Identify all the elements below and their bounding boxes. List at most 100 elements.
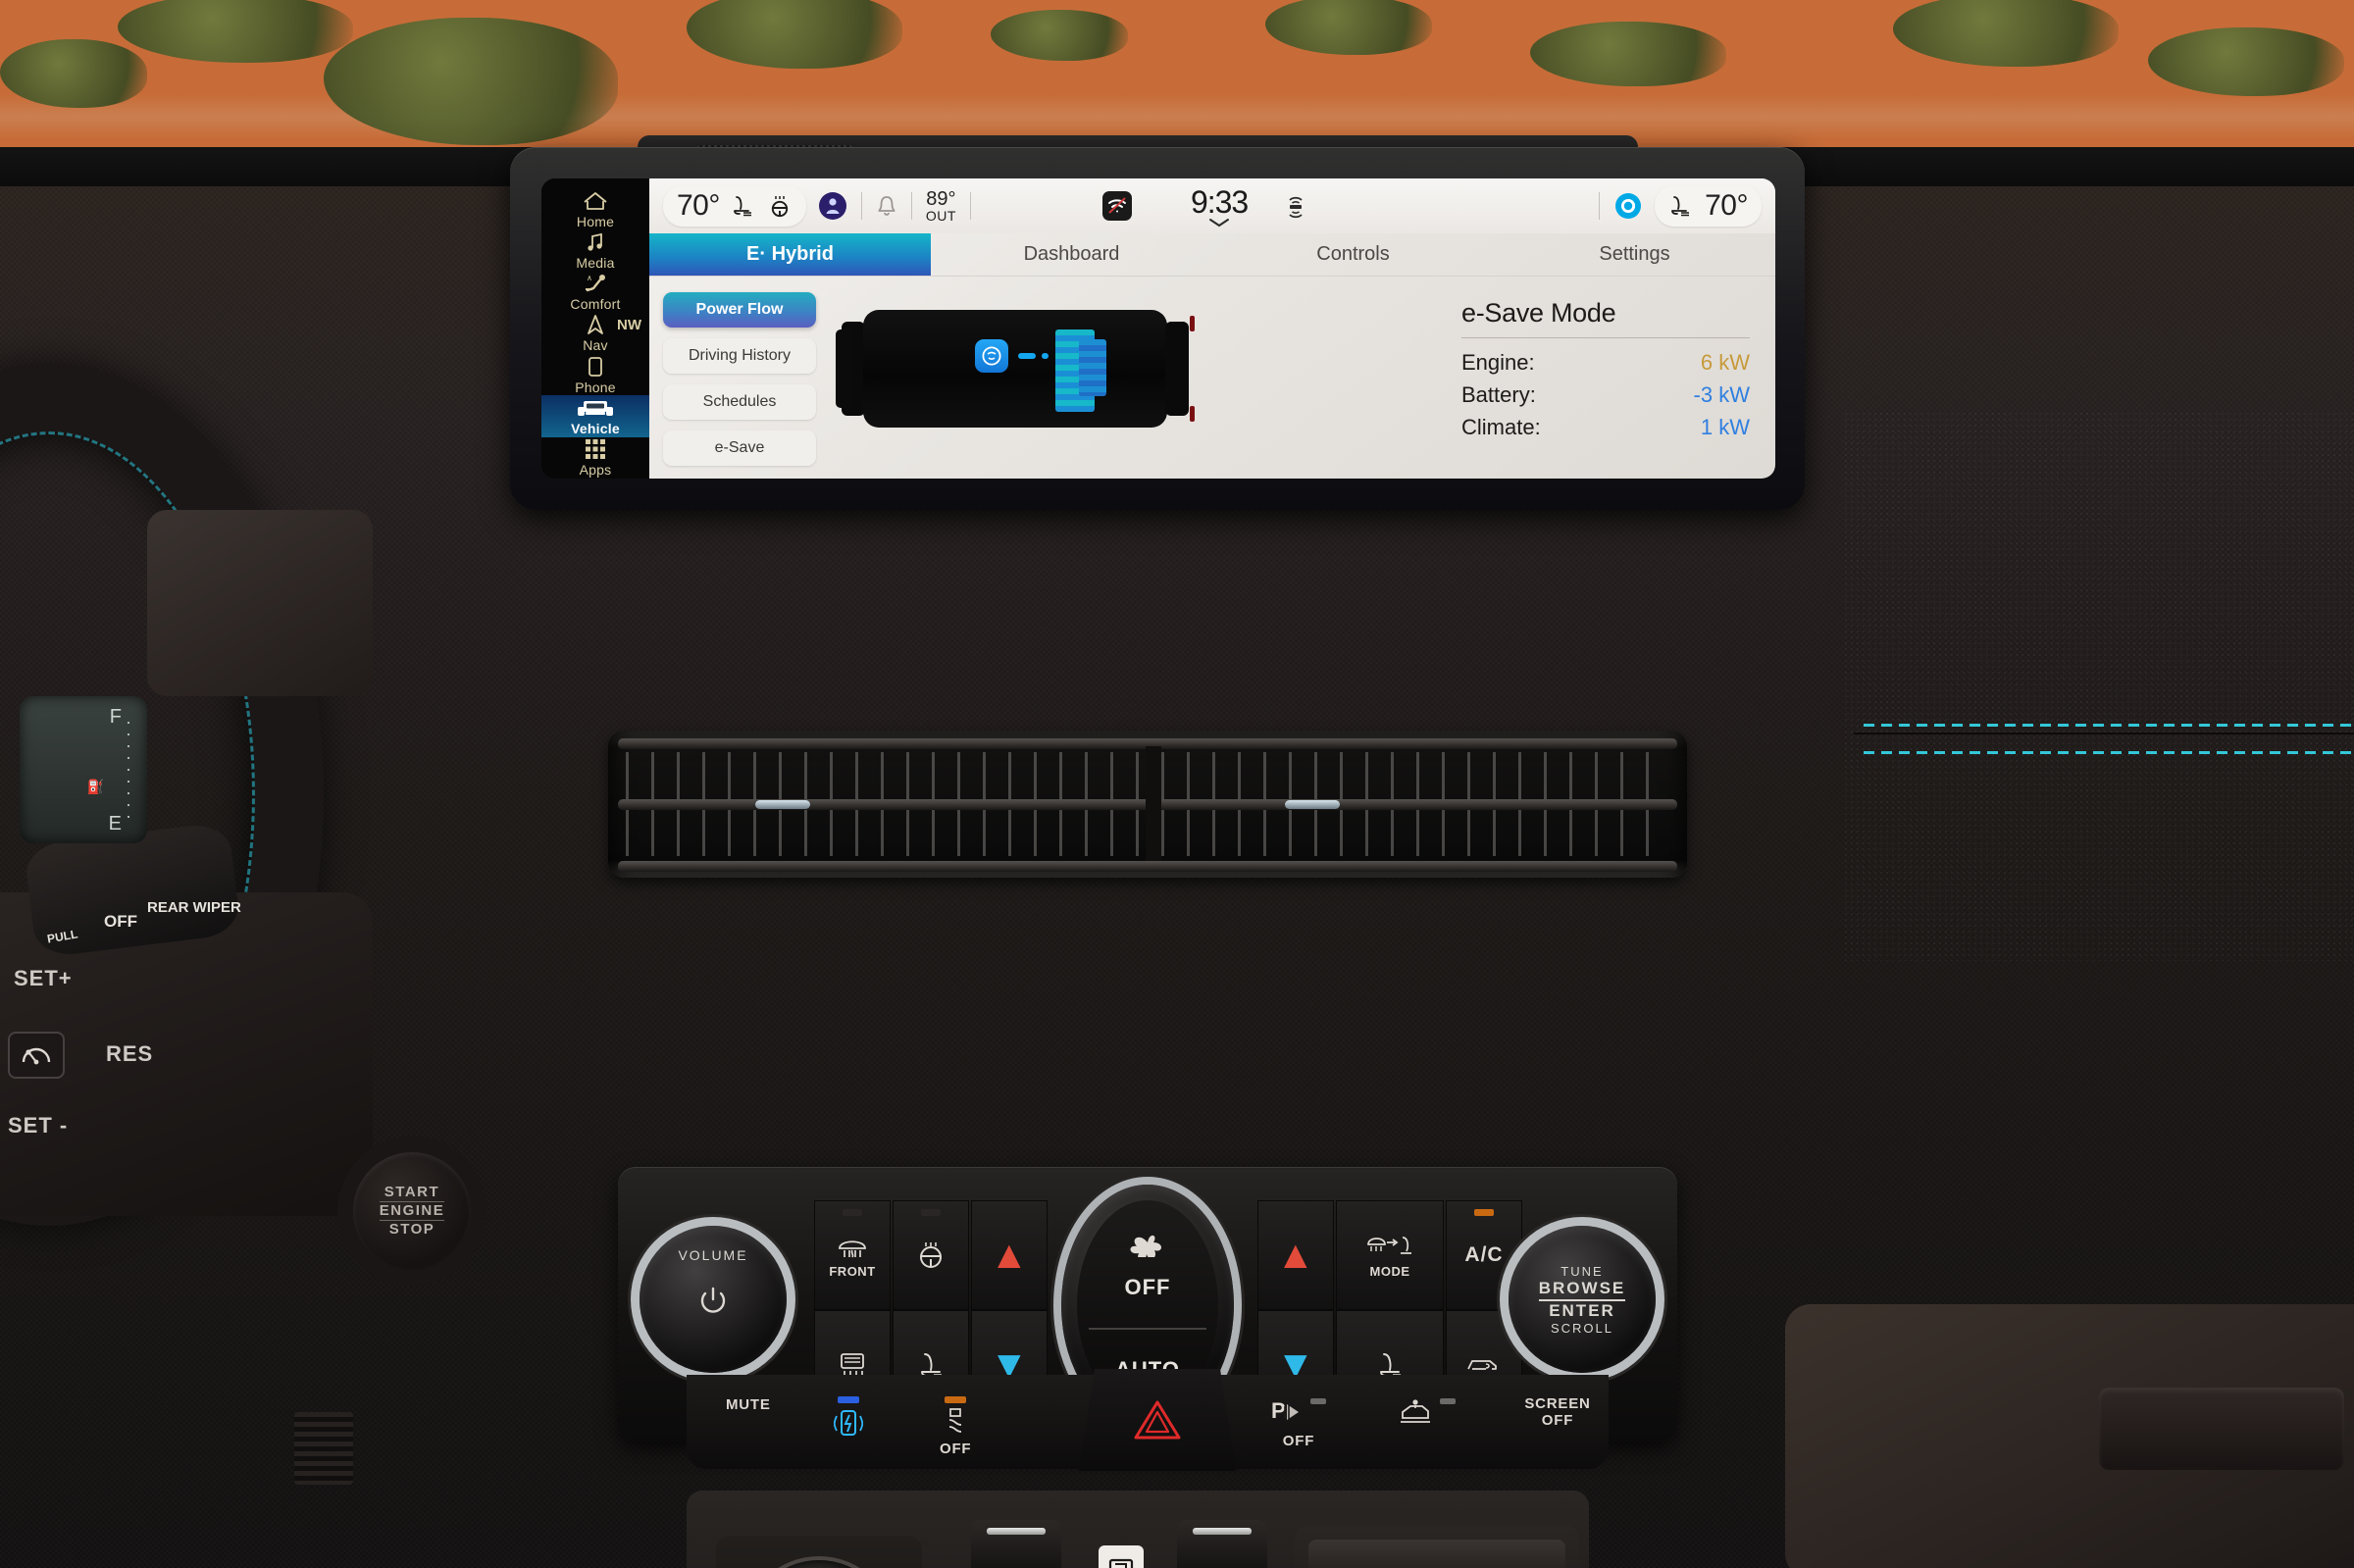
driver-temp-up-button[interactable]: ▲ [971, 1200, 1048, 1310]
button-schedules[interactable]: Schedules [663, 384, 816, 420]
climate-value: 1 kW [1700, 415, 1750, 439]
hazard-lights-button[interactable] [1079, 1369, 1236, 1471]
heated-seat-icon[interactable] [1668, 194, 1694, 218]
traction-control-off-button[interactable]: OFF [940, 1396, 971, 1457]
start-engine-stop-button[interactable]: START ENGINE STOP [353, 1152, 471, 1270]
tab-content-e-hybrid: Power Flow Driving History Schedules e-S… [649, 277, 1775, 479]
button-e-save[interactable]: e-Save [663, 430, 816, 466]
traction-control-off-icon [949, 1408, 962, 1433]
front-label: FRONT [829, 1263, 876, 1279]
cruise-set-plus-button[interactable]: SET+ [14, 966, 73, 991]
infotainment-screen[interactable]: Home Media ∧ Comfort NW Nav Phone Vehicl… [541, 178, 1775, 479]
screen-off-button[interactable]: SCREEN OFF [1507, 1395, 1609, 1429]
sidebar-item-home[interactable]: Home [541, 188, 649, 229]
heated-seat-icon[interactable] [731, 194, 756, 218]
accent-stitching-upper [1864, 724, 2354, 727]
mute-button[interactable]: MUTE [726, 1396, 771, 1413]
battery-pack-secondary [1079, 339, 1106, 396]
fuel-empty-label: E [108, 813, 122, 835]
sidebar-item-nav[interactable]: NW Nav [541, 313, 649, 354]
e-save-mode-panel: e-Save Mode Engine: 6 kW Battery: -3 kW … [1452, 292, 1775, 479]
fan-icon [1130, 1235, 1161, 1257]
park-off-label: OFF [1282, 1433, 1315, 1449]
bell-icon[interactable] [876, 194, 897, 218]
lower-button-strip[interactable]: MUTE OFF P OFF SCREEN OFF [687, 1369, 1609, 1471]
power-flow-arrow-2 [1042, 353, 1049, 359]
sidebar-item-label: Phone [575, 379, 616, 395]
music-note-icon [585, 230, 606, 254]
tab-dashboard[interactable]: Dashboard [931, 233, 1212, 276]
tab-e-hybrid[interactable]: E· Hybrid [649, 233, 931, 276]
cruise-resume-button[interactable]: RES [106, 1041, 153, 1067]
main-tab-bar[interactable]: E· Hybrid Dashboard Controls Settings [649, 233, 1775, 277]
heated-steering-wheel-icon[interactable] [767, 194, 793, 218]
battery-charge-icon [834, 1410, 863, 1436]
user-profile-icon[interactable] [818, 191, 847, 221]
sidebar-item-vehicle[interactable]: Vehicle [541, 395, 649, 437]
glovebox-handle[interactable] [2099, 1388, 2344, 1470]
park-assist-button[interactable]: P OFF [1271, 1396, 1326, 1449]
passenger-climate-pill[interactable]: 70° [1655, 185, 1762, 227]
wireless-broadcast-icon[interactable] [1283, 193, 1308, 219]
vent-direction-knob-left[interactable] [755, 800, 810, 809]
chevron-down-icon [1209, 218, 1230, 227]
battery-charge-button[interactable] [834, 1396, 863, 1440]
center-air-vent[interactable] [608, 731, 1687, 878]
stop-label: STOP [388, 1221, 435, 1239]
tab-controls[interactable]: Controls [1212, 233, 1494, 276]
rear-wiper-label: REAR WIPER [147, 899, 241, 916]
phone-icon [588, 355, 603, 379]
front-defrost-button[interactable]: FRONT [814, 1200, 891, 1310]
clock-widget[interactable]: 9:33 [1190, 183, 1249, 228]
driver-climate-pill[interactable]: 70° [663, 185, 806, 227]
fuel-pump-icon: ⛽ [86, 779, 104, 794]
tc-off-label: OFF [940, 1441, 972, 1457]
sidebar-item-comfort[interactable]: ∧ Comfort [541, 272, 649, 313]
sidebar-item-media[interactable]: Media [541, 229, 649, 271]
tune-browse-enter-knob[interactable]: TUNE BROWSE ENTER SCROLL [1509, 1226, 1656, 1373]
cruise-set-minus-button[interactable]: SET - [8, 1113, 68, 1138]
wifi-off-icon[interactable] [1101, 191, 1132, 221]
battery-value: -3 kW [1693, 382, 1750, 407]
hybrid-function-buttons[interactable]: Power Flow Driving History Schedules e-S… [663, 292, 816, 479]
sidebar-item-phone[interactable]: Phone [541, 354, 649, 395]
off-road-camera-button[interactable] [1397, 1396, 1456, 1428]
passenger-temp-up-button[interactable]: ▲ [1257, 1200, 1334, 1310]
screen-off-label: SCREEN OFF [1524, 1395, 1591, 1429]
climate-label: Climate: [1461, 415, 1541, 439]
window-switch-left[interactable] [971, 1520, 1061, 1568]
dashboard: SET+ RES SET - PULL OFF REAR WIPER F E ⛽… [0, 147, 2354, 1568]
button-power-flow[interactable]: Power Flow [663, 292, 816, 328]
clock-time: 9:33 [1190, 183, 1249, 220]
tab-settings[interactable]: Settings [1494, 233, 1775, 276]
enter-label: ENTER [1549, 1300, 1615, 1320]
sidebar-item-label: Vehicle [571, 421, 620, 437]
sidebar-item-apps[interactable]: Apps [541, 437, 649, 479]
hazard-triangle-icon [1134, 1400, 1181, 1440]
vent-direction-knob-right[interactable] [1285, 800, 1340, 809]
sidebar-item-label: Home [576, 213, 615, 229]
power-outlet[interactable]: 12V DC [716, 1536, 922, 1568]
media-bay-lid[interactable] [1308, 1540, 1565, 1568]
voice-assistant-icon[interactable] [1613, 191, 1643, 221]
airflow-mode-button[interactable]: MODE [1336, 1200, 1444, 1310]
front-defrost-icon [839, 1239, 866, 1257]
door-lock-icon [1108, 1558, 1134, 1568]
stat-row-battery: Battery: -3 kW [1461, 382, 1750, 408]
infotainment-ui: 70° 89° OUT 9:33 70° E· Hybrid Dashboard… [649, 178, 1775, 479]
door-lock-button[interactable] [1099, 1545, 1144, 1568]
cruise-control-icon[interactable] [8, 1032, 65, 1079]
sidebar-nav[interactable]: Home Media ∧ Comfort NW Nav Phone Vehicl… [541, 178, 649, 479]
ac-label: A/C [1464, 1243, 1504, 1266]
heated-steering-wheel-button[interactable] [893, 1200, 969, 1310]
scroll-label: SCROLL [1550, 1320, 1614, 1336]
power-icon [700, 1287, 726, 1313]
window-switch-right[interactable] [1177, 1520, 1267, 1568]
volume-knob[interactable]: VOLUME [640, 1226, 787, 1373]
fuel-full-label: F [109, 706, 122, 728]
instrument-cluster-fuel-gauge: F E ⛽ [20, 696, 147, 843]
media-storage-bay[interactable]: MEDIA [1295, 1526, 1579, 1568]
off-road-camera-icon [1401, 1399, 1430, 1423]
button-driving-history[interactable]: Driving History [663, 338, 816, 374]
svg-text:P: P [1271, 1398, 1286, 1423]
